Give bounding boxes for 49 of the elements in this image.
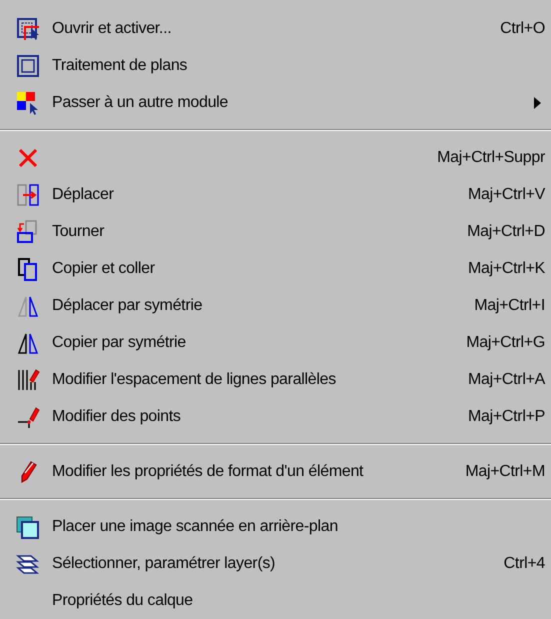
menu-item[interactable]: Modifier l'espacement de lignes parallèles Maj+Ctrl+A <box>4 361 551 398</box>
menu-label: Déplacer par symétrie <box>52 296 204 314</box>
menu-label: Tourner <box>52 222 106 240</box>
shortcut-text: Ctrl+4 <box>504 554 545 572</box>
menu-label: Copier par symétrie <box>52 334 187 352</box>
shortcut-text: Ctrl+O <box>500 20 545 38</box>
shortcut-text: Maj+Ctrl+A <box>468 370 545 388</box>
parallel-lines-icon <box>16 368 40 392</box>
menu-label: Copier et coller <box>52 260 156 278</box>
shortcut-text: Maj+Ctrl+D <box>467 222 545 240</box>
menu-item[interactable]: Modifier des points Maj+Ctrl+P <box>4 398 551 435</box>
rotate-icon <box>16 220 40 244</box>
menu-item[interactable]: Passer à un autre module <box>4 84 551 121</box>
menu-item[interactable]: Modifier les propriétés de format d'un élément Maj+Ctrl+M <box>4 453 551 490</box>
menu-item[interactable]: Copier par symétrie Maj+Ctrl+G <box>4 324 551 361</box>
menu-label: Ouvrir et activer... <box>52 20 172 38</box>
menu-label: Déplacer <box>52 186 115 204</box>
menu-item[interactable]: Placer une image scannée en arrière-plan <box>4 508 551 545</box>
menu-label: Modifier les propriétés de format d'un élément <box>52 462 364 480</box>
copy-icon <box>16 256 40 280</box>
menu-item[interactable]: Tourner Maj+Ctrl+D <box>4 213 551 250</box>
menu-label: Propriétés du calque <box>52 592 194 610</box>
menu-label: Sélectionner, paramétrer layer(s) <box>52 554 276 572</box>
shortcut-text: Maj+Ctrl+M <box>465 462 545 480</box>
menu-label: Passer à un autre module <box>52 94 230 112</box>
menu-item[interactable]: Sélectionner, paramétrer layer(s) Ctrl+4 <box>4 545 551 582</box>
menu-label: Modifier l'espacement de lignes parallèles <box>52 370 337 388</box>
point-pen-icon <box>16 404 40 428</box>
move-icon <box>16 182 40 206</box>
menu-item[interactable]: Maj+Ctrl+Suppr <box>4 139 551 176</box>
module-squares-icon <box>16 90 40 114</box>
menu-label: Placer une image scannée en arrière-plan <box>52 518 339 536</box>
menu-item[interactable]: Traitement de plans <box>4 47 551 84</box>
menu-label: Modifier des points <box>52 408 182 426</box>
shortcut-text: Maj+Ctrl+V <box>468 186 545 204</box>
window-icon <box>16 54 40 78</box>
menu-item[interactable]: Déplacer Maj+Ctrl+V <box>4 176 551 213</box>
shortcut-text: Maj+Ctrl+G <box>466 334 545 352</box>
menu-item[interactable]: Copier et coller Maj+Ctrl+K <box>4 250 551 287</box>
menu-label: Traitement de plans <box>52 56 188 74</box>
menu-item[interactable]: Propriétés du calque <box>4 582 551 619</box>
menu-item[interactable]: Déplacer par symétrie Maj+Ctrl+I <box>4 287 551 324</box>
shortcut-text: Maj+Ctrl+Suppr <box>437 148 545 166</box>
open-window-icon <box>16 16 40 40</box>
shortcut-text: Maj+Ctrl+K <box>468 260 545 278</box>
shortcut-text: Maj+Ctrl+I <box>474 296 545 314</box>
shortcut-text: Maj+Ctrl+P <box>468 408 545 426</box>
menu-item[interactable]: Ouvrir et activer... Ctrl+O <box>4 10 551 47</box>
scanned-image-icon <box>16 514 40 538</box>
